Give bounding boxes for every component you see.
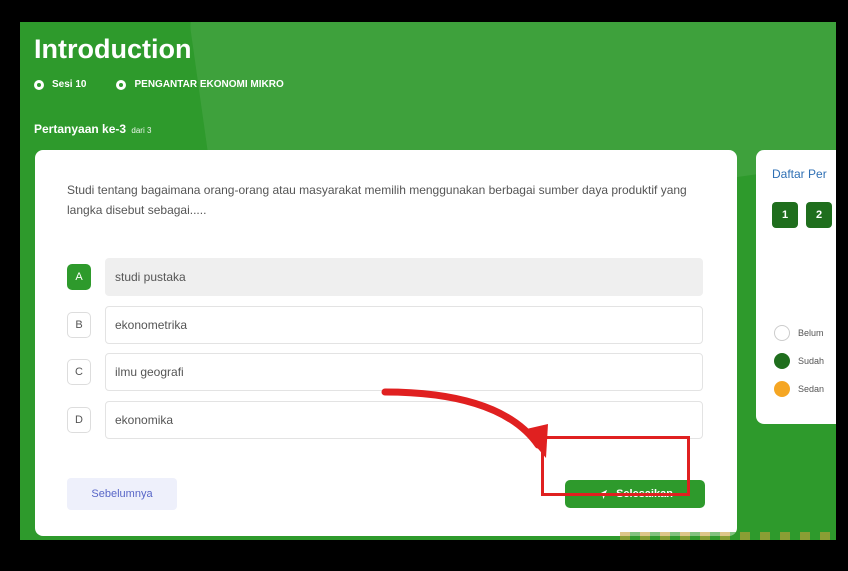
course-icon (116, 79, 127, 90)
decorative-strip (620, 532, 836, 540)
question-text: Studi tentang bagaimana orang-orang atau… (67, 183, 687, 217)
option-c[interactable]: C ilmu geografi (67, 353, 703, 391)
option-text[interactable]: studi pustaka (105, 258, 703, 296)
option-letter[interactable]: A (67, 264, 91, 290)
page-title: Introduction (34, 34, 192, 64)
question-list-panel: Daftar Per 1 2 Belum Sudah Sedan (756, 150, 836, 424)
option-d[interactable]: D ekonomika (67, 401, 703, 439)
option-b[interactable]: B ekonometrika (67, 306, 703, 344)
course-label: PENGANTAR EKONOMI MIKRO (134, 79, 284, 90)
session-icon (34, 79, 44, 90)
option-letter[interactable]: D (67, 407, 91, 433)
question-list-title: Daftar Per (772, 167, 827, 181)
legend-label: Sedan (798, 384, 825, 394)
course-meta: Sesi 10 PENGANTAR EKONOMI MIKRO (34, 79, 284, 90)
option-a[interactable]: A studi pustaka (67, 258, 703, 296)
option-text[interactable]: ekonometrika (105, 306, 703, 344)
annotation-arrow-icon (381, 388, 548, 458)
legend-answered: Sudah (774, 353, 824, 369)
answered-dot-icon (774, 353, 790, 369)
in-progress-dot-icon (774, 381, 790, 397)
question-total: dari 3 (131, 126, 152, 135)
option-letter[interactable]: C (67, 359, 91, 385)
legend-in-progress: Sedan (774, 381, 824, 397)
previous-button[interactable]: Sebelumnya (67, 478, 177, 510)
question-number-button[interactable]: 1 (772, 202, 798, 228)
legend-unanswered: Belum (774, 325, 824, 341)
question-number-label: Pertanyaan ke-3 (34, 122, 127, 136)
question-number-button[interactable]: 2 (806, 202, 832, 228)
question-number: Pertanyaan ke-3 dari 3 (34, 122, 151, 136)
legend-label: Sudah (798, 356, 825, 366)
unanswered-dot-icon (774, 325, 790, 341)
option-letter[interactable]: B (67, 312, 91, 338)
legend-label: Belum (798, 328, 824, 338)
session-label: Sesi 10 (52, 79, 87, 90)
annotation-highlight-box (541, 436, 690, 496)
